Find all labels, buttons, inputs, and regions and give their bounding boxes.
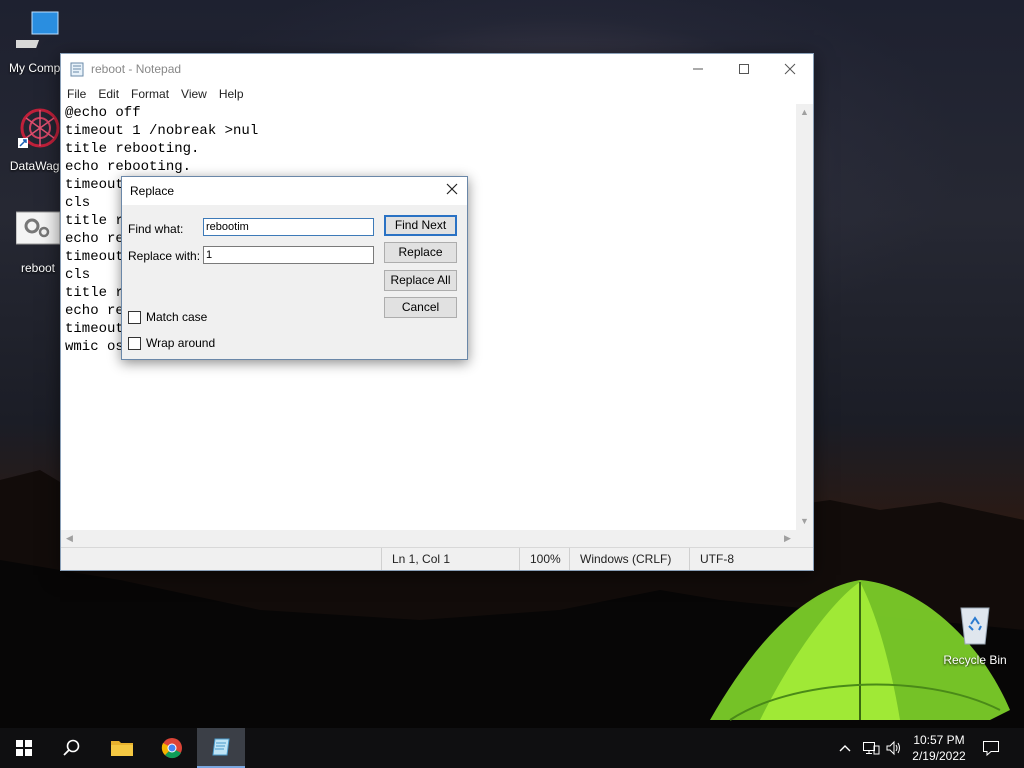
- text-line: timeout 1 /nobreak >nul: [65, 123, 259, 139]
- notepad-icon: [212, 738, 230, 756]
- dialog-title-bar[interactable]: Replace: [122, 177, 467, 205]
- scroll-left-arrow-icon[interactable]: ◀: [61, 530, 78, 547]
- replace-with-label: Replace with:: [128, 249, 201, 263]
- scroll-right-arrow-icon[interactable]: ▶: [779, 530, 796, 547]
- recycle-bin-icon: [960, 607, 990, 645]
- chrome-button[interactable]: [148, 728, 196, 768]
- start-button[interactable]: [0, 728, 48, 768]
- chevron-up-icon: [839, 745, 851, 752]
- find-what-label: Find what:: [128, 222, 184, 236]
- replace-dialog: Replace Find what: Replace with: Find Ne…: [121, 176, 468, 360]
- status-zoom: 100%: [519, 548, 561, 570]
- taskbar: 10:57 PM 2/19/2022: [0, 728, 1024, 768]
- maximize-icon: [739, 64, 749, 74]
- horizontal-scrollbar[interactable]: ◀ ▶: [61, 530, 796, 547]
- text-line: echo rebooting.: [65, 159, 192, 175]
- dialog-title: Replace: [130, 184, 175, 198]
- dialog-close-button[interactable]: [437, 182, 467, 200]
- menu-help[interactable]: Help: [213, 87, 250, 101]
- match-case-checkbox[interactable]: Match case: [128, 310, 207, 324]
- search-icon: [63, 739, 80, 756]
- maximize-button[interactable]: [721, 54, 767, 84]
- batch-file-gears-icon: [15, 211, 61, 245]
- notepad-taskbar-button[interactable]: [197, 728, 245, 768]
- volume-tray-button[interactable]: [885, 728, 903, 768]
- wrap-around-label: Wrap around: [146, 336, 216, 350]
- clock-time: 10:57 PM: [913, 733, 965, 747]
- cancel-button[interactable]: Cancel: [384, 297, 457, 318]
- desktop-icon-label: Recycle Bin: [943, 653, 1007, 667]
- find-next-button[interactable]: Find Next: [384, 215, 457, 236]
- desktop-icon-recycle-bin[interactable]: Recycle Bin: [937, 602, 1013, 667]
- menu-view[interactable]: View: [175, 87, 213, 101]
- replace-button[interactable]: Replace: [384, 242, 457, 263]
- notepad-title-bar[interactable]: reboot - Notepad: [61, 54, 813, 84]
- clock-date: 2/19/2022: [912, 749, 966, 763]
- file-explorer-button[interactable]: [98, 728, 146, 768]
- replace-all-button[interactable]: Replace All: [384, 270, 457, 291]
- close-button[interactable]: [767, 54, 813, 84]
- scroll-down-arrow-icon[interactable]: ▼: [796, 513, 813, 530]
- window-title: reboot - Notepad: [91, 62, 182, 76]
- scroll-up-arrow-icon[interactable]: ▲: [796, 104, 813, 121]
- chrome-icon: [161, 738, 182, 759]
- datawago-icon: [18, 108, 60, 148]
- find-what-input[interactable]: [203, 218, 374, 236]
- text-line: title rebooting.: [65, 141, 200, 157]
- scrollbar-corner: [796, 530, 813, 547]
- status-position: Ln 1, Col 1: [381, 548, 450, 570]
- menu-edit[interactable]: Edit: [92, 87, 125, 101]
- windows-logo-icon: [16, 740, 32, 756]
- checkbox-box[interactable]: [128, 336, 141, 350]
- menu-format[interactable]: Format: [125, 87, 175, 101]
- network-tray-button[interactable]: [862, 728, 880, 768]
- folder-icon: [111, 741, 133, 756]
- action-center-button[interactable]: [982, 728, 1000, 768]
- system-clock[interactable]: 10:57 PM 2/19/2022: [904, 732, 974, 764]
- minimize-button[interactable]: [675, 54, 721, 84]
- close-icon: [784, 63, 796, 75]
- speaker-icon: [886, 740, 900, 756]
- status-line-ending: Windows (CRLF): [569, 548, 671, 570]
- close-icon: [446, 183, 458, 195]
- wrap-around-checkbox[interactable]: Wrap around: [128, 336, 215, 350]
- computer-icon: [12, 11, 59, 48]
- status-encoding: UTF-8: [689, 548, 734, 570]
- menu-file[interactable]: File: [61, 87, 92, 101]
- network-icon: [863, 742, 880, 755]
- match-case-label: Match case: [146, 310, 208, 324]
- minimize-icon: [693, 68, 703, 70]
- text-line: @echo off: [65, 105, 141, 121]
- notification-icon: [983, 741, 999, 757]
- search-button[interactable]: [48, 728, 96, 768]
- replace-with-input[interactable]: [203, 246, 374, 264]
- vertical-scrollbar[interactable]: ▲ ▼: [796, 104, 813, 530]
- checkbox-box[interactable]: [128, 310, 141, 324]
- show-hidden-icons-button[interactable]: [838, 728, 852, 768]
- status-bar: Ln 1, Col 1 100% Windows (CRLF) UTF-8: [61, 547, 813, 570]
- menu-bar: File Edit Format View Help: [61, 84, 813, 104]
- notepad-icon: [70, 62, 84, 77]
